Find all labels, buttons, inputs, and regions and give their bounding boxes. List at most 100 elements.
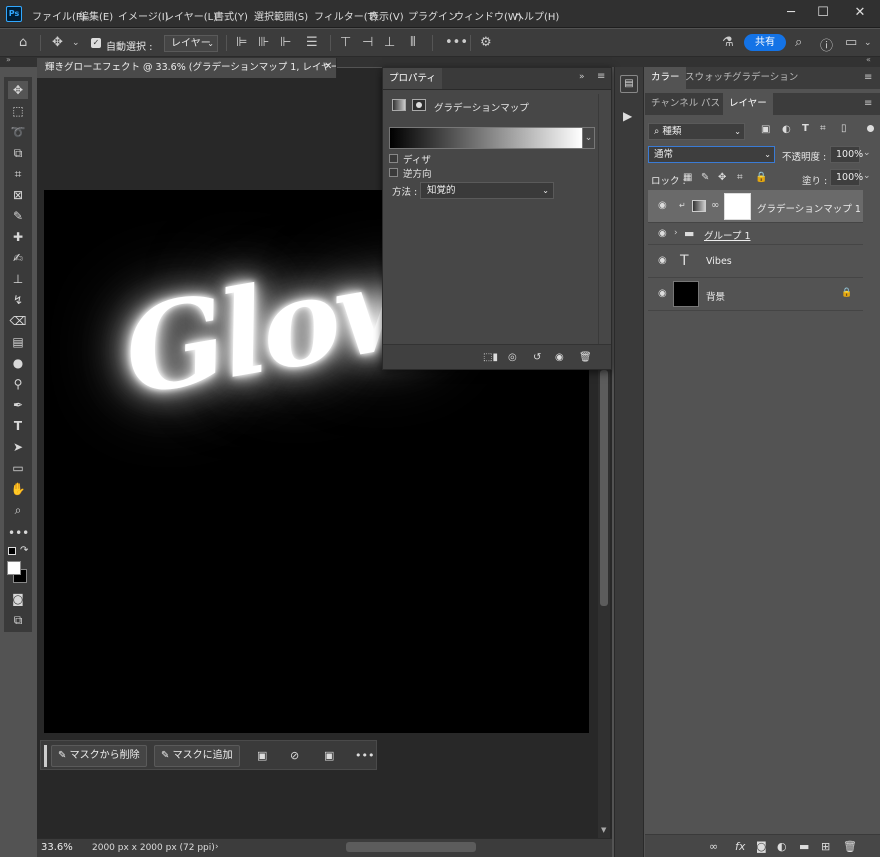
document-tab[interactable]: 輝きグローエフェクト @ 33.6% (グラデーションマップ 1, レイヤーマス… xyxy=(37,58,337,78)
adjustment-layer-icon[interactable]: ◐ xyxy=(777,840,787,853)
share-button[interactable]: 共有 xyxy=(744,34,786,51)
menu-layer[interactable]: レイヤー(L) xyxy=(164,8,217,23)
healing-brush-icon[interactable]: ✚ xyxy=(8,228,28,246)
chevron-down-icon[interactable]: ⌄ xyxy=(863,148,871,158)
layer-row[interactable]: ◉ 背景 🔒 xyxy=(648,278,863,311)
search-icon[interactable]: ⌕ xyxy=(795,35,802,50)
align-center-icon[interactable]: ⊪ xyxy=(258,35,269,50)
distribute-vertical-icon[interactable]: ⦀ xyxy=(410,35,416,50)
path-select-icon[interactable]: ➤ xyxy=(8,438,28,456)
crop-tool-icon[interactable]: ⌗ xyxy=(8,165,28,183)
panel-menu-icon[interactable]: ≡ xyxy=(597,71,605,82)
menu-help[interactable]: ヘルプ(H) xyxy=(514,8,559,23)
align-right-icon[interactable]: ⊩ xyxy=(280,35,291,50)
vertical-scroll-thumb[interactable] xyxy=(600,370,608,606)
foreground-color-swatch[interactable] xyxy=(7,561,21,575)
mask-options-icon[interactable]: ▣ xyxy=(257,749,267,762)
eye-icon[interactable]: ◉ xyxy=(658,255,667,266)
reset-icon[interactable]: ↺ xyxy=(533,352,541,363)
lasso-tool-icon[interactable]: ➰ xyxy=(8,123,28,141)
align-bottom-icon[interactable]: ⊥ xyxy=(384,35,395,50)
kind-filter-dropdown[interactable]: ⌕ 種類 ⌄ xyxy=(648,123,745,140)
quick-mask-icon[interactable]: ◙ xyxy=(8,590,28,608)
align-middle-icon[interactable]: ⊣ xyxy=(362,35,373,50)
close-tab-icon[interactable]: ✕ xyxy=(324,61,332,72)
eyedropper-tool-icon[interactable]: ✎ xyxy=(8,207,28,225)
reverse-checkbox[interactable] xyxy=(389,168,398,177)
lock-position-icon[interactable]: ✥ xyxy=(718,172,726,183)
hand-tool-icon[interactable]: ✋ xyxy=(8,480,28,498)
panel-menu-icon[interactable]: ≡ xyxy=(864,98,872,109)
lock-artboard-icon[interactable]: ⌗ xyxy=(737,172,743,183)
layer-name[interactable]: グループ 1 xyxy=(704,228,751,242)
delete-layer-icon[interactable]: 🗑 xyxy=(843,840,857,853)
layer-name[interactable]: Vibes xyxy=(706,256,732,267)
filter-adjustment-icon[interactable]: ◐ xyxy=(782,124,791,135)
layer-row[interactable]: ◉ T Vibes xyxy=(648,245,863,278)
stamp-tool-icon[interactable]: ⊥ xyxy=(8,270,28,288)
chevron-right-icon[interactable]: › xyxy=(674,228,678,238)
filter-shape-icon[interactable]: ⌗ xyxy=(820,123,826,134)
menu-file[interactable]: ファイル(F) xyxy=(32,8,86,23)
clip-to-layer-icon[interactable]: ⬚▮ xyxy=(483,352,498,363)
subtract-from-mask-button[interactable]: ✎ マスクから削除 xyxy=(51,745,147,767)
align-top-icon[interactable]: ⊤ xyxy=(340,35,351,50)
auto-select-dropdown[interactable]: レイヤー ⌄ xyxy=(164,35,218,52)
document-info[interactable]: 2000 px x 2000 px (72 ppi) xyxy=(92,843,215,853)
history-panel-icon[interactable]: ▤ xyxy=(620,75,638,93)
frame-tool-icon[interactable]: ⊠ xyxy=(8,186,28,204)
eye-icon[interactable]: ◉ xyxy=(658,288,667,299)
object-select-tool-icon[interactable]: ⧉ xyxy=(8,144,28,162)
collapse-icon[interactable]: « xyxy=(866,55,871,64)
default-colors-icon[interactable] xyxy=(8,547,16,555)
menu-image[interactable]: イメージ(I) xyxy=(118,8,169,23)
properties-tab[interactable]: プロパティ xyxy=(383,68,442,89)
opacity-input[interactable]: 100% xyxy=(830,146,863,163)
add-to-mask-button[interactable]: ✎ マスクに追加 xyxy=(154,745,240,767)
menu-edit[interactable]: 編集(E) xyxy=(79,8,113,23)
dodge-tool-icon[interactable]: ⚲ xyxy=(8,375,28,393)
pen-tool-icon[interactable]: ✒ xyxy=(8,396,28,414)
close-icon[interactable]: ✕ xyxy=(845,3,875,23)
menu-window[interactable]: ウィンドウ(W) xyxy=(454,8,522,23)
layer-row[interactable]: ◉ ↵ ∞ グラデーションマップ 1 xyxy=(648,190,863,223)
menu-plugins[interactable]: プラグイン xyxy=(408,8,458,23)
mask-icon[interactable] xyxy=(412,99,426,111)
chevron-down-icon[interactable]: ⌄ xyxy=(72,38,80,48)
invert-mask-icon[interactable]: ⊘ xyxy=(290,749,299,762)
more-options-icon[interactable]: ••• xyxy=(355,749,374,762)
lock-all-icon[interactable]: 🔒 xyxy=(755,172,767,183)
menu-view[interactable]: 表示(V) xyxy=(369,8,404,23)
view-previous-icon[interactable]: ◎ xyxy=(508,352,517,363)
drag-handle[interactable] xyxy=(44,745,47,767)
chevron-down-icon[interactable]: ⌄ xyxy=(583,127,595,149)
new-group-icon[interactable]: ▬ xyxy=(799,840,809,853)
layer-name[interactable]: 背景 xyxy=(706,289,725,303)
move-tool-icon[interactable]: ✥ xyxy=(8,81,28,99)
zoom-level[interactable]: 33.6% xyxy=(41,842,73,853)
move-tool-icon[interactable]: ✥ xyxy=(52,35,63,50)
lock-transparent-icon[interactable]: ▦ xyxy=(683,172,692,183)
auto-select-checkbox[interactable]: ✓ xyxy=(91,38,101,48)
delete-icon[interactable]: 🗑 xyxy=(579,352,592,363)
home-icon[interactable]: ⌂ xyxy=(19,35,27,50)
filter-pixel-icon[interactable]: ▣ xyxy=(761,124,770,135)
new-layer-icon[interactable]: ⊞ xyxy=(821,840,830,853)
screen-mode-icon[interactable]: ⧉ xyxy=(8,611,28,629)
more-options-icon[interactable]: ••• xyxy=(445,35,468,50)
mask-fill-icon[interactable]: ▣ xyxy=(324,749,334,762)
gradient-tool-icon[interactable]: ▤ xyxy=(8,333,28,351)
method-dropdown[interactable]: 知覚的 ⌄ xyxy=(420,182,554,199)
maximize-icon[interactable]: ☐ xyxy=(808,3,838,23)
blend-mode-dropdown[interactable]: 通常 ⌄ xyxy=(648,146,775,163)
distribute-icon[interactable]: ☰ xyxy=(306,35,318,50)
menu-select[interactable]: 選択範囲(S) xyxy=(254,8,308,23)
flask-icon[interactable]: ⚗ xyxy=(722,35,734,50)
filter-type-icon[interactable]: T xyxy=(802,123,809,134)
tab-gradients[interactable]: グラデーション xyxy=(726,67,804,89)
gradient-preview[interactable] xyxy=(389,127,583,149)
swap-colors-icon[interactable]: ↷ xyxy=(20,545,28,556)
history-brush-icon[interactable]: ↯ xyxy=(8,291,28,309)
panel-menu-icon[interactable]: ≡ xyxy=(864,72,872,83)
link-icon[interactable]: ∞ xyxy=(711,200,719,211)
